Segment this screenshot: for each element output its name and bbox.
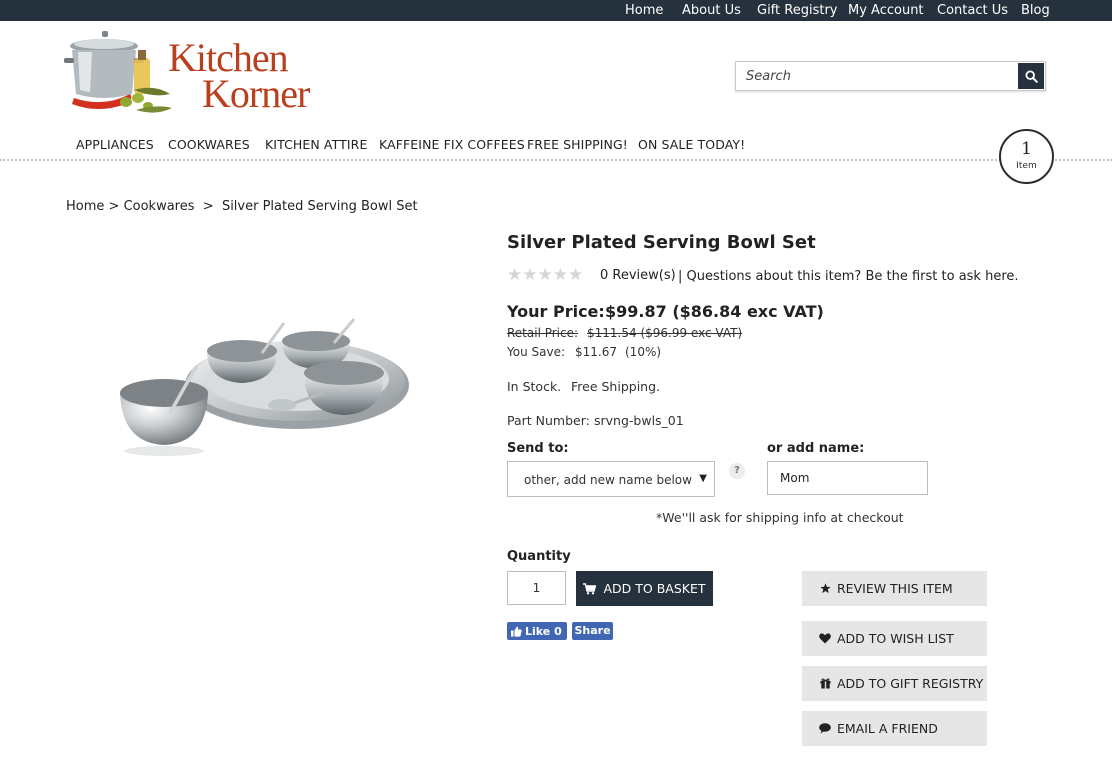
cart-icon <box>583 582 597 594</box>
search-box <box>735 61 1046 91</box>
dropdown-arrow-icon: ▼ <box>699 473 707 484</box>
logo-text-korner: Korner <box>202 71 310 116</box>
top-utility-bar: Home About Us Gift Registry My Account C… <box>0 0 1112 21</box>
topnav-my-account[interactable]: My Account <box>848 3 924 18</box>
cooking-pot-logo-icon <box>64 31 172 113</box>
nav-cookwares[interactable]: COOKWARES <box>168 137 250 152</box>
quantity-label: Quantity <box>507 549 571 564</box>
email-a-friend-button[interactable]: EMAIL A FRIEND <box>802 711 987 746</box>
add-to-basket-button[interactable]: ADD TO BASKET <box>576 571 713 606</box>
search-icon <box>1024 69 1038 83</box>
breadcrumb-separator: > <box>104 199 124 214</box>
savings-label: You Save: <box>507 345 565 359</box>
add-to-gift-registry-button[interactable]: ADD TO GIFT REGISTRY <box>802 666 987 701</box>
stock-status: In Stock. <box>507 379 562 394</box>
product-image[interactable] <box>112 265 410 503</box>
add-to-basket-label: ADD TO BASKET <box>603 581 706 596</box>
breadcrumb-current: Silver Plated Serving Bowl Set <box>221 199 418 214</box>
send-to-label: Send to: <box>507 441 569 456</box>
add-to-wish-list-button[interactable]: ADD TO WISH LIST <box>802 621 987 656</box>
shipping-note: *We''ll ask for shipping info at checkou… <box>656 510 904 525</box>
send-to-select[interactable]: other, add new name below ▼ <box>507 461 715 497</box>
nav-kitchen-attire[interactable]: KITCHEN ATTIRE <box>265 137 367 152</box>
star-icon <box>819 583 831 595</box>
speech-bubble-icon <box>819 723 831 735</box>
search-input[interactable] <box>736 62 1018 90</box>
part-number-label: Part Number: <box>507 413 590 428</box>
savings-amount: $11.67 <box>575 345 617 359</box>
price-value: $99.87 ($86.84 exc VAT) <box>605 302 824 321</box>
help-icon[interactable]: ? <box>729 463 745 479</box>
topnav-contact-us[interactable]: Contact Us <box>937 3 1008 18</box>
retail-price-value: $111.54 ($96.99 exc VAT) <box>587 326 743 340</box>
cart-label: Item <box>1016 161 1037 171</box>
topnav-home[interactable]: Home <box>625 3 663 18</box>
retail-price-label: Retail Price: <box>507 326 579 340</box>
search-button[interactable] <box>1018 63 1044 89</box>
facebook-like-label: Like 0 <box>525 624 562 638</box>
rating-stars: ★★★★★ <box>507 265 584 285</box>
questions-link[interactable]: | Questions about this item? Be the firs… <box>678 269 1019 284</box>
product-title: Silver Plated Serving Bowl Set <box>507 232 816 253</box>
site-logo[interactable]: Kitchen Korner <box>64 28 324 120</box>
add-to-gift-registry-label: ADD TO GIFT REGISTRY <box>837 676 984 691</box>
nav-divider <box>0 159 1112 161</box>
part-number-value: srvng-bwls_01 <box>594 413 684 428</box>
reviews-link[interactable]: 0 Review(s) <box>600 268 676 283</box>
nav-on-sale-today[interactable]: ON SALE TODAY! <box>638 137 745 152</box>
facebook-share-button[interactable]: Share <box>572 622 613 640</box>
topnav-about-us[interactable]: About Us <box>682 3 741 18</box>
review-item-button[interactable]: REVIEW THIS ITEM <box>802 571 987 606</box>
breadcrumb-cookwares[interactable]: Cookwares <box>124 199 195 214</box>
shipping-status: Free Shipping. <box>571 379 661 394</box>
breadcrumb-separator: > <box>194 199 222 214</box>
add-name-label: or add name: <box>767 441 865 456</box>
email-a-friend-label: EMAIL A FRIEND <box>837 721 938 736</box>
nav-free-shipping[interactable]: FREE SHIPPING! <box>527 137 628 152</box>
review-item-label: REVIEW THIS ITEM <box>837 581 953 596</box>
topnav-blog[interactable]: Blog <box>1021 3 1050 18</box>
send-to-selected-value: other, add new name below <box>524 473 692 487</box>
topnav-gift-registry[interactable]: Gift Registry <box>757 3 837 18</box>
quantity-input[interactable] <box>507 571 566 605</box>
add-name-input[interactable] <box>767 461 928 495</box>
cart-button[interactable]: 1 Item <box>999 129 1054 184</box>
thumbs-up-icon <box>511 626 522 637</box>
add-to-wish-list-label: ADD TO WISH LIST <box>837 631 954 646</box>
facebook-like-button[interactable]: Like 0 <box>507 622 567 640</box>
breadcrumb: Home > Cookwares > Silver Plated Serving… <box>66 199 418 214</box>
gift-icon <box>819 678 831 690</box>
price-label: Your Price: <box>507 302 605 321</box>
nav-appliances[interactable]: APPLIANCES <box>76 137 154 152</box>
nav-kaffeine-fix-coffees[interactable]: KAFFEINE FIX COFFEES <box>379 137 525 152</box>
breadcrumb-home[interactable]: Home <box>66 199 104 214</box>
cart-count: 1 <box>1021 139 1032 159</box>
savings-percent: (10%) <box>625 345 662 359</box>
heart-icon <box>819 633 831 645</box>
